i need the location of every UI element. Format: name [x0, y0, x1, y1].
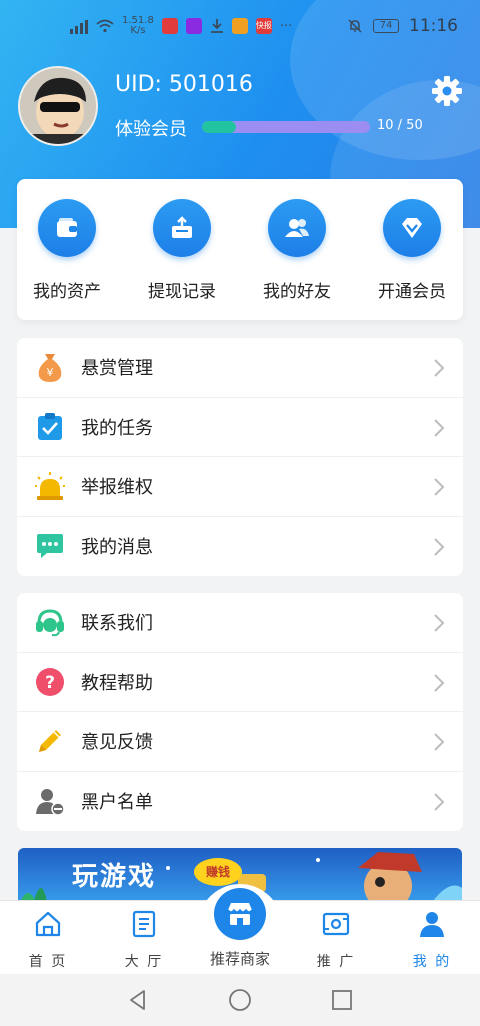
- menu-item-my-messages[interactable]: 我的消息: [17, 517, 463, 577]
- user-id: UID: 501016: [115, 72, 253, 97]
- diamond-icon: [402, 218, 422, 238]
- home-icon: [35, 911, 61, 937]
- clock: 11:16: [409, 16, 458, 36]
- user-icon: [420, 912, 444, 937]
- app-notification-icon: [161, 18, 178, 34]
- hall-icon: [132, 910, 156, 938]
- alarm-light-icon: [35, 472, 65, 501]
- quick-action-assets[interactable]: 我的资产: [11, 199, 123, 302]
- quick-action-friends[interactable]: 我的好友: [241, 199, 353, 302]
- tab-hall[interactable]: 大 厅: [104, 909, 184, 971]
- friends-icon: [285, 219, 309, 237]
- task-check-icon: [38, 412, 62, 440]
- svg-text:¥: ¥: [47, 366, 54, 379]
- app-notification-icon: [231, 18, 248, 34]
- banner-tag: 赚钱: [194, 858, 242, 886]
- chevron-right-icon: [434, 673, 445, 692]
- chevron-right-icon: [434, 792, 445, 811]
- app-notification-icon: [185, 18, 202, 34]
- chevron-right-icon: [434, 478, 445, 496]
- member-progress-bar: [202, 121, 370, 133]
- more-notifications-icon: ···: [279, 18, 293, 34]
- chevron-right-icon: [434, 418, 445, 437]
- tab-recommended-merchants[interactable]: [214, 888, 266, 940]
- withdraw-icon: [172, 216, 192, 238]
- chevron-right-icon: [434, 359, 445, 377]
- blocked-user-icon: [36, 789, 65, 816]
- quick-actions-card: 我的资产 提现记录 我的好友 开通会员: [17, 179, 463, 320]
- store-icon: [227, 903, 253, 925]
- avatar[interactable]: [18, 66, 98, 146]
- menu-group-support: 联系我们 ? 教程帮助 意见反馈 黑户名单: [17, 593, 463, 831]
- chevron-right-icon: [434, 614, 445, 632]
- banner-title: 玩游戏: [72, 862, 157, 892]
- menu-item-my-tasks[interactable]: 我的任务: [17, 398, 463, 457]
- download-icon: [210, 19, 223, 33]
- menu-item-reward-management[interactable]: ¥ 悬赏管理: [17, 338, 463, 398]
- settings-gear-icon[interactable]: [430, 74, 464, 108]
- member-progress-fill: [202, 121, 236, 133]
- chevron-right-icon: [434, 537, 445, 556]
- svg-text:?: ?: [45, 673, 55, 693]
- system-nav-bar: [0, 974, 480, 1026]
- member-level: 体验会员: [115, 119, 187, 140]
- menu-item-contact-us[interactable]: 联系我们: [17, 593, 463, 653]
- recents-square-icon[interactable]: [330, 988, 354, 1012]
- battery-icon: 74: [373, 19, 399, 33]
- back-triangle-icon[interactable]: [126, 988, 150, 1012]
- news-app-icon: 快报: [255, 18, 272, 34]
- bell-muted-icon: [348, 19, 362, 33]
- tab-promote[interactable]: 推 广: [296, 909, 376, 971]
- menu-item-blacklist[interactable]: 黑户名单: [17, 772, 463, 832]
- menu-group-tasks: ¥ 悬赏管理 我的任务 举报维权 我的消息: [17, 338, 463, 576]
- menu-item-report-rights[interactable]: 举报维权: [17, 457, 463, 517]
- wifi-icon: [96, 19, 114, 33]
- net-speed-unit: K/s: [130, 25, 146, 36]
- tab-home[interactable]: 首 页: [8, 909, 88, 971]
- tab-mine[interactable]: 我 的: [392, 909, 472, 971]
- money-bag-icon: ¥: [38, 354, 62, 383]
- status-bar: 1.51.8 K/s 快报 ··· 74 11:16: [0, 0, 480, 56]
- quick-action-withdraw-history[interactable]: 提现记录: [126, 199, 238, 302]
- chevron-right-icon: [434, 733, 445, 751]
- home-circle-icon[interactable]: [228, 988, 252, 1012]
- tab-recommended-merchants-label: 推荐商家: [209, 950, 270, 968]
- menu-item-feedback[interactable]: 意见反馈: [17, 712, 463, 772]
- member-progress-text: 10 / 50: [377, 118, 423, 133]
- message-icon: [37, 534, 63, 559]
- menu-item-tutorial-help[interactable]: ? 教程帮助: [17, 653, 463, 712]
- signal-icon: [70, 18, 88, 34]
- help-icon: ?: [36, 667, 64, 696]
- quick-action-open-membership[interactable]: 开通会员: [356, 199, 468, 302]
- promote-icon: [322, 912, 350, 936]
- headset-icon: [36, 609, 64, 637]
- pencil-icon: [39, 730, 61, 753]
- wallet-icon: [57, 218, 77, 237]
